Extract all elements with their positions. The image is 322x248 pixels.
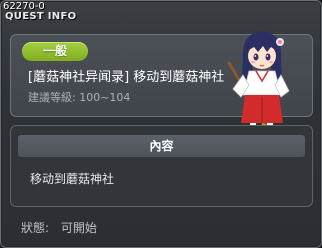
content-text: 移动到蘑菇神社 bbox=[30, 172, 115, 186]
quest-status-label: 狀態: bbox=[21, 221, 50, 235]
quest-status: 狀態: 可開始 bbox=[21, 221, 97, 235]
recommended-level-label: 建議等級: bbox=[28, 91, 76, 104]
quest-info-window: 62270-0 QUEST INFO 一般 [蘑菇神社异闻录] 移动到蘑菇神社 … bbox=[0, 0, 322, 248]
quest-name: [蘑菇神社异闻录] 移动到蘑菇神社 bbox=[28, 70, 225, 85]
quest-category-badge: 一般 bbox=[22, 42, 88, 61]
quest-status-value: 可開始 bbox=[60, 221, 97, 235]
quest-content-panel: 內容 移动到蘑菇神社 bbox=[10, 125, 313, 207]
recommended-level: 建議等級: 100~104 bbox=[28, 91, 130, 105]
content-header: 內容 bbox=[18, 135, 305, 157]
recommended-level-value: 100~104 bbox=[79, 91, 131, 104]
window-title: QUEST INFO bbox=[5, 11, 77, 22]
